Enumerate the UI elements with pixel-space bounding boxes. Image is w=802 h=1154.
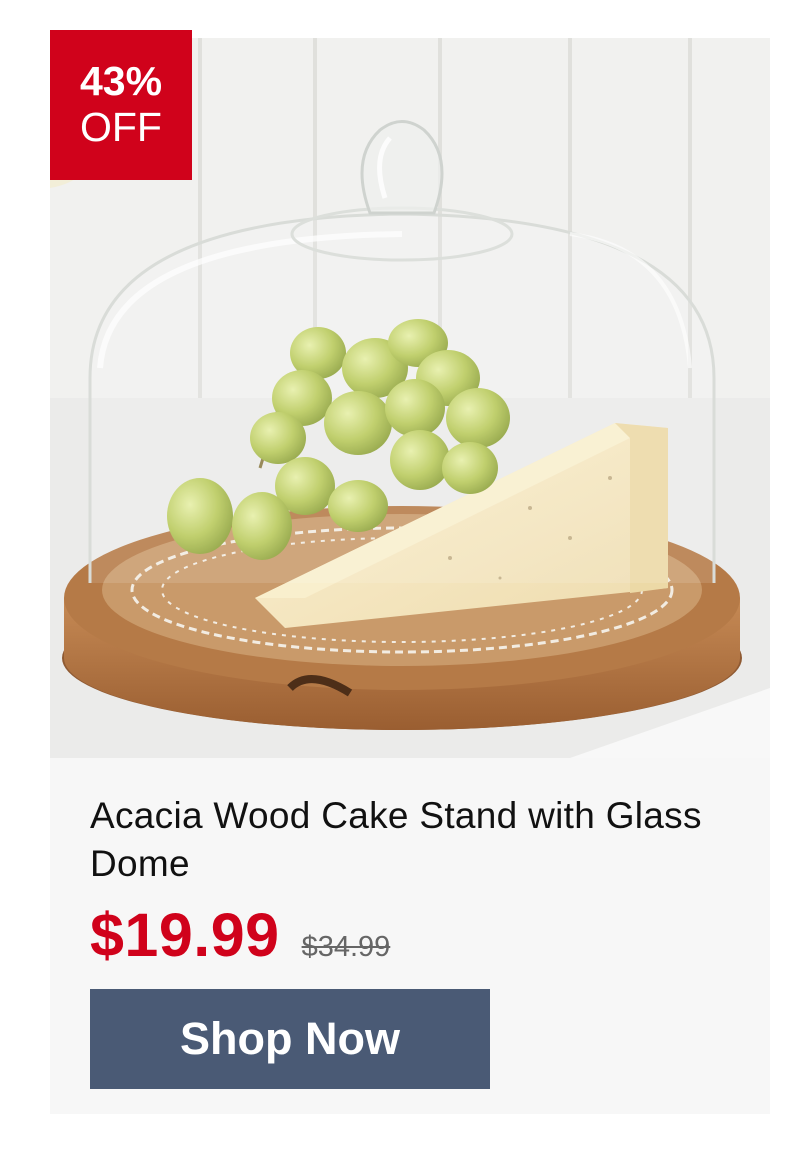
discount-percent: 43%	[79, 58, 163, 104]
shop-now-button[interactable]: Shop Now	[90, 989, 490, 1089]
discount-off-label: OFF	[80, 104, 162, 150]
original-price: $34.99	[301, 931, 391, 963]
price-row: $19.99 $34.99	[90, 900, 390, 970]
product-title[interactable]: Acacia Wood Cake Stand with Glass Dome	[90, 792, 710, 888]
sale-price: $19.99	[90, 901, 280, 969]
product-card[interactable]: 43% OFF Acacia Wood Cake Stand with Glas…	[50, 30, 770, 1114]
discount-badge: 43% OFF	[50, 30, 192, 180]
